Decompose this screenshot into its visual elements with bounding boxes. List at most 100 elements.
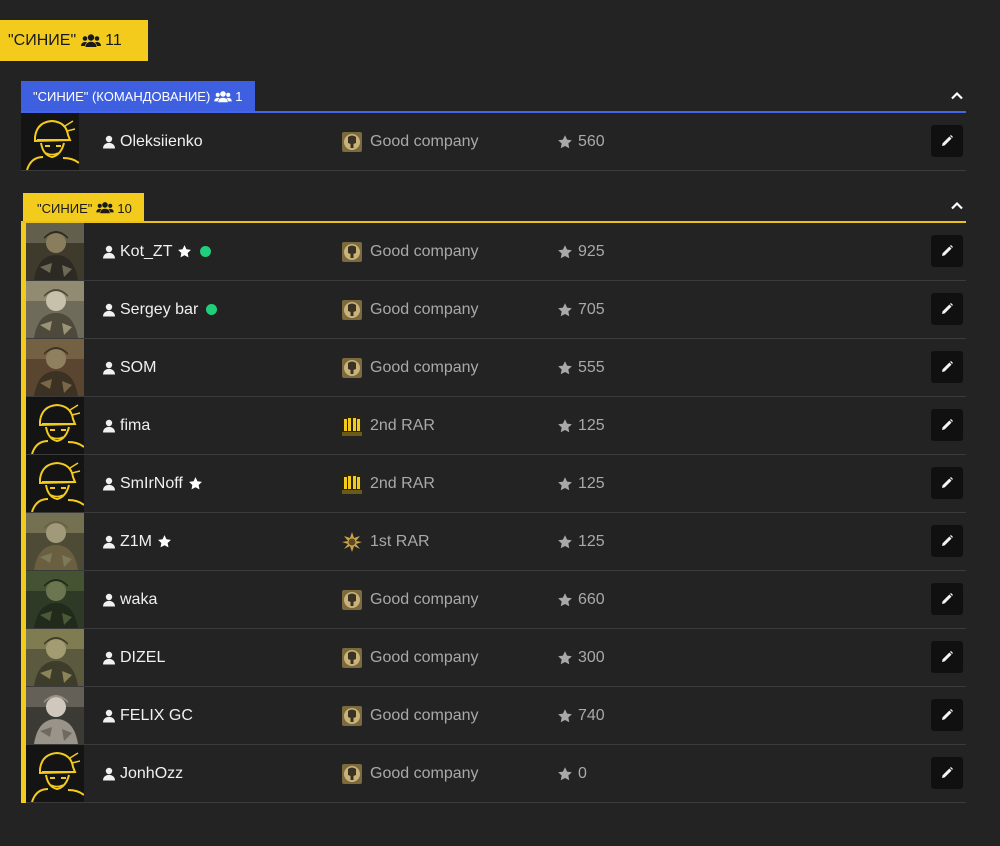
member-name[interactable]: DIZEL [120, 649, 165, 667]
online-status-dot [206, 304, 218, 315]
unit-cell: 1st RAR [342, 513, 430, 570]
unit-name: Good company [370, 242, 479, 260]
group-name: "СИНИЕ" [37, 200, 93, 216]
member-name[interactable]: Oleksiienko [120, 133, 203, 151]
edit-button[interactable] [931, 757, 963, 789]
good-company-icon [342, 589, 362, 610]
member-row: Sergey bar Good company 705 [26, 281, 966, 339]
member-name-cell: JonhOzz [102, 745, 183, 802]
avatar [26, 455, 84, 512]
score-cell: 560 [557, 113, 605, 170]
score-cell: 125 [557, 397, 605, 454]
score-value: 740 [578, 706, 605, 724]
unit-cell: Good company [342, 571, 479, 628]
edit-button[interactable] [931, 525, 963, 557]
member-name[interactable]: Kot_ZT [120, 243, 172, 261]
member-row: DIZEL Good company 300 [26, 629, 966, 687]
member-name[interactable]: fima [120, 417, 150, 435]
pencil-icon [941, 593, 953, 605]
score-value: 125 [578, 474, 605, 492]
edit-button[interactable] [931, 351, 963, 383]
group-header[interactable]: "СИНИЕ" (КОМАНДОВАНИЕ) 1 [21, 81, 966, 113]
unit-cell: Good company [342, 745, 479, 802]
edit-button[interactable] [931, 235, 963, 267]
unit-cell: Good company [342, 629, 479, 686]
score-cell: 125 [557, 513, 605, 570]
user-icon [102, 419, 116, 433]
member-name[interactable]: FELIX GC [120, 707, 193, 725]
unit-name: Good company [370, 764, 479, 782]
edit-button[interactable] [931, 583, 963, 615]
unit-cell: Good company [342, 223, 479, 280]
group-command: "СИНИЕ" (КОМАНДОВАНИЕ) 1 Oleksiienko Good… [21, 81, 966, 171]
users-icon [81, 33, 102, 49]
score-cell: 925 [557, 223, 605, 280]
users-icon [96, 201, 115, 215]
member-row: SOM Good company 555 [26, 339, 966, 397]
member-name[interactable]: Z1M [120, 533, 152, 551]
user-icon [102, 709, 116, 723]
good-company-icon [342, 763, 362, 784]
member-name-cell: Z1M [102, 513, 172, 570]
user-icon [102, 477, 116, 491]
avatar [26, 745, 84, 802]
star-icon [557, 302, 573, 318]
edit-button[interactable] [931, 699, 963, 731]
user-icon [102, 535, 116, 549]
chevron-up-icon[interactable] [950, 89, 964, 103]
edit-button[interactable] [931, 125, 963, 157]
member-name[interactable]: SOM [120, 359, 156, 377]
star-icon [557, 134, 573, 150]
chevron-up-icon[interactable] [950, 199, 964, 213]
group-tab: "СИНИЕ" (КОМАНДОВАНИЕ) 1 [21, 81, 255, 112]
1st-rar-icon [342, 531, 362, 552]
unit-cell: Good company [342, 687, 479, 744]
unit-cell: 2nd RAR [342, 397, 435, 454]
star-icon [177, 244, 192, 259]
member-name-cell: FELIX GC [102, 687, 193, 744]
unit-name: 2nd RAR [370, 416, 435, 434]
good-company-icon [342, 705, 362, 726]
avatar [21, 113, 79, 170]
avatar [26, 223, 84, 280]
avatar [26, 571, 84, 628]
unit-cell: Good company [342, 281, 479, 338]
avatar [26, 687, 84, 744]
team-badge: "СИНИЕ" 11 [0, 20, 148, 61]
user-icon [102, 361, 116, 375]
star-icon [557, 418, 573, 434]
unit-name: Good company [370, 132, 479, 150]
score-value: 555 [578, 358, 605, 376]
member-name-cell: fima [102, 397, 150, 454]
edit-button[interactable] [931, 641, 963, 673]
good-company-icon [342, 299, 362, 320]
edit-button[interactable] [931, 409, 963, 441]
score-value: 0 [578, 764, 587, 782]
member-name[interactable]: Sergey bar [120, 301, 198, 319]
good-company-icon [342, 241, 362, 262]
group-header[interactable]: "СИНИЕ" 10 [21, 191, 966, 223]
edit-button[interactable] [931, 293, 963, 325]
member-name[interactable]: SmIrNoff [120, 475, 183, 493]
unit-name: Good company [370, 590, 479, 608]
star-icon [188, 476, 203, 491]
edit-button[interactable] [931, 467, 963, 499]
member-row: fima 2nd RAR 125 [26, 397, 966, 455]
user-icon [102, 135, 116, 149]
group-count: 10 [117, 200, 132, 216]
team-name: "СИНИЕ" [8, 31, 77, 49]
pencil-icon [941, 135, 953, 147]
star-icon [557, 534, 573, 550]
pencil-icon [941, 419, 953, 431]
group-tab: "СИНИЕ" 10 [23, 193, 144, 223]
member-row: Z1M 1st RAR 125 [26, 513, 966, 571]
score-cell: 300 [557, 629, 605, 686]
score-cell: 555 [557, 339, 605, 396]
good-company-icon [342, 357, 362, 378]
member-name[interactable]: JonhOzz [120, 765, 183, 783]
unit-name: Good company [370, 648, 479, 666]
star-icon [557, 592, 573, 608]
2nd-rar-icon [342, 473, 362, 494]
member-name[interactable]: waka [120, 591, 157, 609]
online-status-dot [200, 246, 212, 257]
